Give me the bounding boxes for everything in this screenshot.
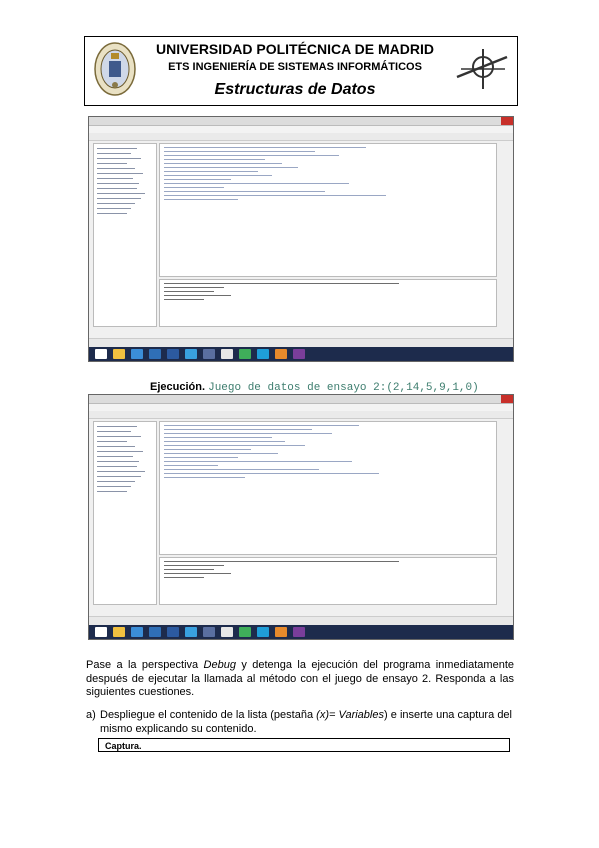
- eclipse-icon: [293, 627, 305, 637]
- app-icon: [239, 627, 251, 637]
- app-icon: [221, 349, 233, 359]
- question-a: a) Despliegue el contenido de la lista (p…: [86, 709, 514, 736]
- course-title: Estructuras de Datos: [214, 81, 376, 98]
- app-icon: [239, 349, 251, 359]
- app-icon: [257, 349, 269, 359]
- app-icon: [185, 349, 197, 359]
- eclipse-screenshot-2: [88, 394, 514, 640]
- app-icon: [221, 627, 233, 637]
- code-editor: [159, 143, 497, 277]
- eclipse-icon: [293, 349, 305, 359]
- app-icon: [167, 627, 179, 637]
- browser-icon: [131, 627, 143, 637]
- app-icon: [149, 627, 161, 637]
- console-view: [159, 279, 497, 327]
- app-icon: [275, 349, 287, 359]
- code-editor: [159, 421, 497, 555]
- capture-box: Captura.: [98, 738, 510, 752]
- status-bar: [89, 616, 513, 625]
- instructions-paragraph: Pase a la perspectiva Debug y detenga la…: [86, 659, 514, 698]
- app-icon: [257, 627, 269, 637]
- close-icon: [501, 395, 513, 403]
- variables-tab-term: (x)= Variables: [316, 709, 384, 721]
- question-text: Despliegue el contenido de la lista (pes…: [100, 709, 512, 735]
- upm-crest-logo: [94, 42, 136, 96]
- question-marker: a): [86, 709, 96, 721]
- menu-bar: [89, 126, 513, 133]
- windows-taskbar: [89, 625, 513, 639]
- eclipse-screenshot-1: [88, 116, 514, 362]
- tool-bar: [89, 133, 513, 141]
- package-explorer: [93, 421, 157, 605]
- execution-label: Ejecución.: [150, 381, 206, 393]
- debug-term: Debug: [203, 659, 236, 671]
- start-icon: [95, 627, 107, 637]
- execution-caption: Ejecución. Juego de datos de ensayo 2:(2…: [150, 381, 479, 394]
- app-icon: [203, 627, 215, 637]
- window-titlebar: [89, 395, 513, 404]
- app-icon: [149, 349, 161, 359]
- browser-icon: [131, 349, 143, 359]
- app-icon: [185, 627, 197, 637]
- execution-dataset: Juego de datos de ensayo 2:(2,14,5,9,1,0…: [208, 382, 479, 394]
- tool-bar: [89, 411, 513, 419]
- status-bar: [89, 338, 513, 347]
- app-icon: [275, 627, 287, 637]
- windows-taskbar: [89, 347, 513, 361]
- app-icon: [167, 349, 179, 359]
- console-view: [159, 557, 497, 605]
- menu-bar: [89, 404, 513, 411]
- school-name: ETS INGENIERÍA DE SISTEMAS INFORMÁTICOS: [168, 61, 422, 73]
- explorer-icon: [113, 627, 125, 637]
- window-titlebar: [89, 117, 513, 126]
- close-icon: [501, 117, 513, 125]
- etsisi-logo: [456, 49, 508, 89]
- package-explorer: [93, 143, 157, 327]
- app-icon: [203, 349, 215, 359]
- university-name: UNIVERSIDAD POLITÉCNICA DE MADRID: [156, 41, 434, 57]
- explorer-icon: [113, 349, 125, 359]
- document-header: UNIVERSIDAD POLITÉCNICA DE MADRID ETS IN…: [84, 36, 518, 106]
- start-icon: [95, 349, 107, 359]
